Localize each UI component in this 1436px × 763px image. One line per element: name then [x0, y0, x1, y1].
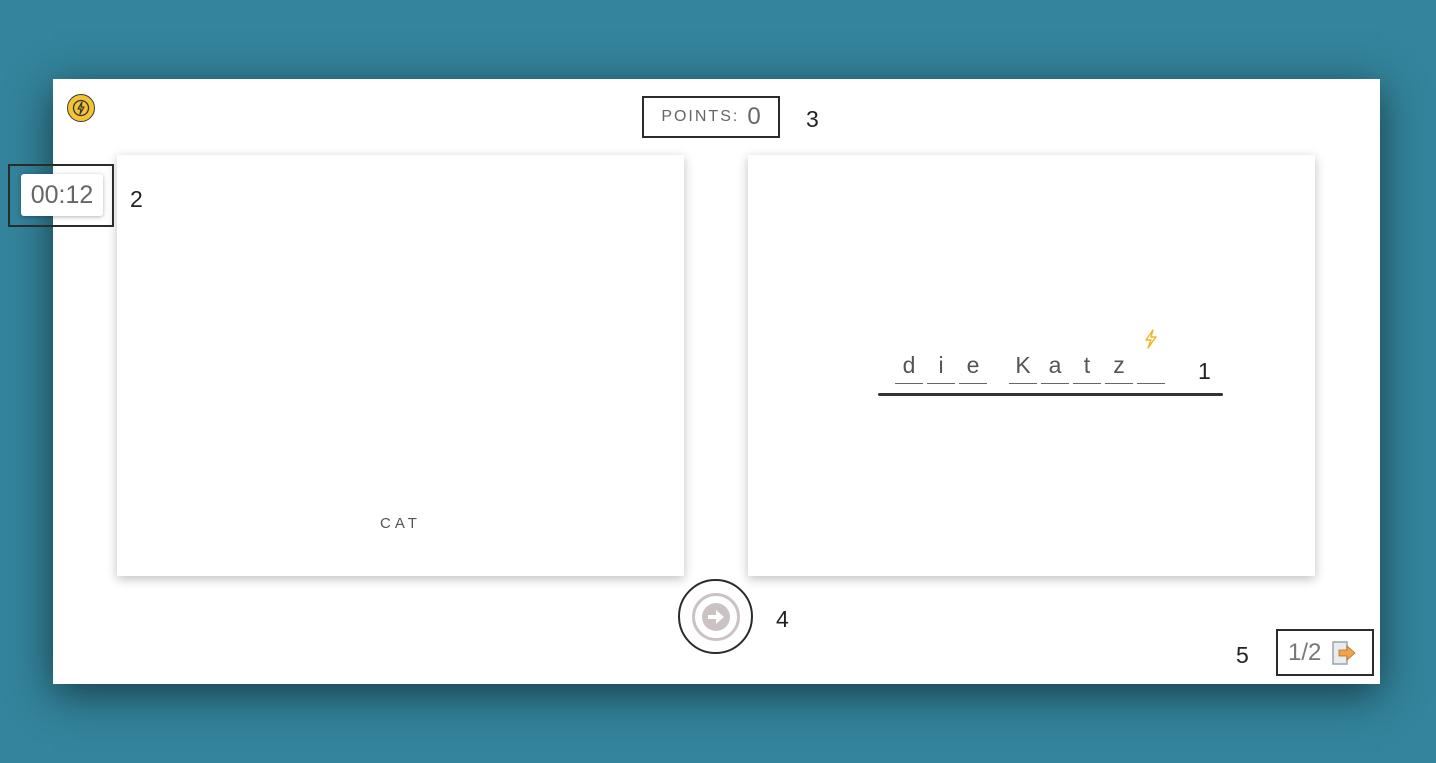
arrow-right-icon [701, 602, 730, 631]
points-display: POINTS: 0 [642, 96, 780, 138]
letter-slot[interactable]: e [959, 349, 987, 384]
letter-slot[interactable] [1137, 349, 1165, 384]
letter-slot[interactable]: t [1073, 349, 1101, 384]
answer-underline [878, 393, 1223, 396]
annotation-1: 1 [1198, 358, 1211, 384]
next-button[interactable] [691, 592, 740, 641]
annotation-3: 3 [806, 106, 819, 132]
hint-lightning-icon[interactable] [1143, 329, 1159, 353]
annotation-4: 4 [776, 606, 789, 632]
annotation-2: 2 [130, 186, 143, 212]
letter-slot[interactable]: i [927, 349, 955, 384]
letter-slot[interactable]: d [895, 349, 923, 384]
countdown-timer: 00:12 [21, 174, 103, 216]
annotation-5: 5 [1236, 642, 1249, 668]
letter-slot[interactable]: a [1041, 349, 1069, 384]
answer-letter-slots[interactable]: d i e K a t z [895, 348, 1169, 384]
exit-icon[interactable] [1331, 640, 1357, 666]
letter-slot[interactable]: z [1105, 349, 1133, 384]
word-space [991, 350, 1009, 384]
question-progress: 1/2 [1288, 638, 1322, 666]
lightning-badge-icon[interactable] [67, 94, 95, 122]
lightning-icon [72, 99, 90, 117]
progress-exit-box: 1/2 [1276, 629, 1374, 676]
prompt-word: CAT [380, 515, 421, 532]
points-label: POINTS: [661, 108, 740, 125]
letter-slot[interactable]: K [1009, 349, 1037, 384]
prompt-card: CAT [117, 155, 684, 576]
next-button-highlight [678, 579, 753, 654]
points-value: 0 [747, 103, 761, 130]
